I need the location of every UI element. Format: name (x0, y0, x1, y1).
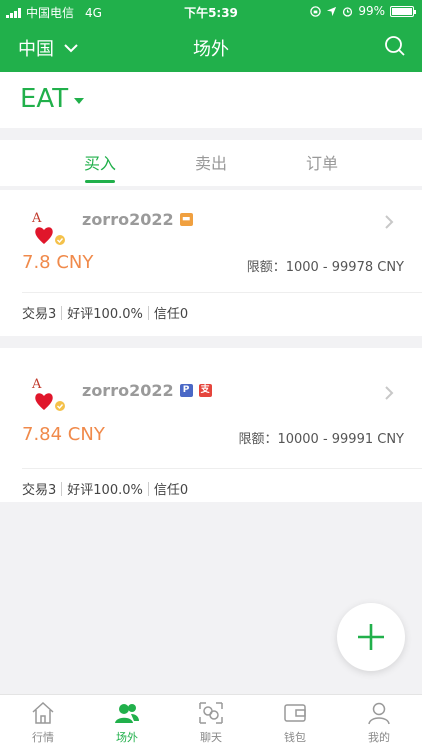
trade-tabs: 买入 卖出 订单 (0, 140, 422, 186)
stats-separator (147, 305, 149, 320)
alipay-red-icon: 支 (198, 384, 212, 397)
trust-count: 信任0 (153, 483, 189, 498)
chat-icon (199, 702, 223, 724)
seller-name-row[interactable]: zorro2022 P 支 (82, 381, 212, 400)
seller-name: zorro2022 (82, 381, 174, 400)
bottom-tab-bar: 行情 场外 聊天 钱包 我的 (0, 694, 422, 750)
nav-bar: 中国 场外 (0, 22, 422, 72)
location-arrow-icon (327, 6, 337, 16)
coin-symbol: EAT (20, 84, 69, 114)
battery-icon (390, 5, 416, 17)
bottom-tab-label: 场外 (116, 731, 138, 744)
listing-card[interactable]: A zorro2022 ▬ 7.8 CNY 限额：1000 - 99978 CN… (0, 190, 422, 336)
bottom-tab-otc[interactable]: 场外 (97, 701, 157, 745)
status-right: 99% (310, 4, 416, 18)
trade-count: 交易3 (22, 307, 57, 322)
bottom-tab-chat[interactable]: 聊天 (181, 701, 241, 745)
listing-price: 7.84 CNY (22, 424, 105, 445)
tab-buy-label: 买入 (83, 154, 116, 173)
listing-limit: 限额：1000 - 99978 CNY (247, 256, 404, 275)
limit-label: 限额： (238, 432, 278, 447)
stats-separator (147, 481, 149, 496)
trust-count: 信任0 (153, 307, 189, 322)
limit-range: 10000 - 99991 CNY (277, 432, 404, 447)
divider (22, 292, 422, 293)
bottom-tab-profile[interactable]: 我的 (349, 701, 409, 745)
alarm-icon (343, 6, 353, 17)
battery-percent: 99% (358, 4, 385, 18)
home-icon (32, 701, 54, 724)
users-icon (115, 704, 139, 723)
tab-sell-label: 卖出 (194, 154, 227, 173)
seller-stats: 交易3 好评100.0% 信任0 (22, 303, 188, 322)
search-button[interactable] (384, 35, 406, 61)
seller-stats: 交易3 好评100.0% 信任0 (22, 479, 188, 498)
paypal-icon: P (179, 384, 193, 397)
bottom-tab-label: 我的 (368, 731, 390, 744)
bottom-tab-label: 聊天 (200, 731, 222, 744)
page-title: 场外 (193, 39, 229, 60)
svg-text:A: A (31, 211, 42, 226)
listing-limit: 限额：10000 - 99991 CNY (238, 428, 404, 447)
bank-card-icon: ▬ (179, 213, 193, 226)
plus-icon (358, 624, 384, 650)
search-icon (385, 36, 405, 56)
tab-orders-label: 订单 (305, 154, 338, 173)
caret-down-icon (74, 98, 85, 104)
add-listing-button[interactable] (337, 603, 405, 671)
positive-rating: 好评100.0% (67, 307, 143, 322)
tab-sell[interactable]: 卖出 (181, 150, 241, 174)
divider (22, 468, 422, 469)
listing-card[interactable]: A zorro2022 P 支 7.84 CNY 限额：10000 - 9999… (0, 348, 422, 502)
tab-active-indicator (85, 180, 115, 183)
coin-selector[interactable]: EAT (20, 84, 85, 114)
bottom-tab-market[interactable]: 行情 (13, 701, 73, 745)
status-bar: 中国电信 4G 下午5:39 99% (0, 0, 422, 22)
bottom-tab-label: 钱包 (284, 731, 306, 744)
svg-text:A: A (31, 377, 42, 392)
listing-price: 7.8 CNY (22, 252, 94, 273)
trade-count: 交易3 (22, 483, 57, 498)
lock-rotation-icon (310, 5, 322, 17)
profile-icon (368, 702, 390, 725)
limit-range: 1000 - 99978 CNY (285, 260, 404, 275)
tab-orders[interactable]: 订单 (292, 150, 352, 174)
stats-separator (61, 481, 63, 496)
chevron-right-icon (385, 386, 394, 400)
chevron-right-icon (385, 215, 394, 229)
tab-buy[interactable]: 买入 (70, 150, 130, 183)
bottom-tab-wallet[interactable]: 钱包 (265, 701, 325, 745)
limit-label: 限额： (246, 260, 286, 275)
stats-separator (61, 305, 63, 320)
positive-rating: 好评100.0% (67, 483, 143, 498)
bottom-tab-label: 行情 (32, 731, 54, 744)
coin-bar: EAT (0, 72, 422, 128)
seller-name: zorro2022 (82, 210, 174, 229)
avatar: A (31, 377, 65, 411)
avatar: A (31, 211, 65, 245)
seller-name-row[interactable]: zorro2022 ▬ (82, 210, 193, 229)
wallet-icon (284, 704, 306, 722)
